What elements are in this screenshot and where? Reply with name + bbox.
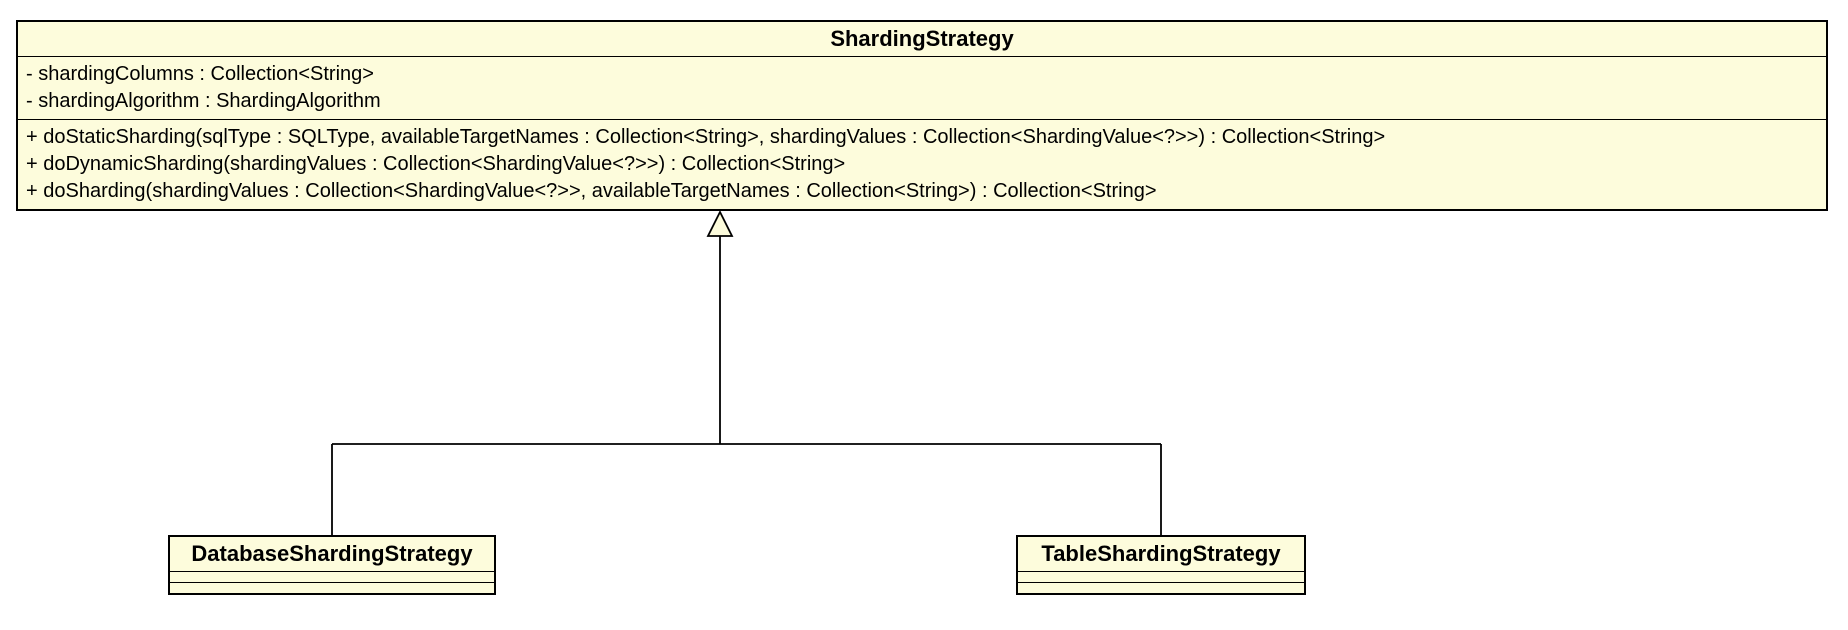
operation-row: + doDynamicSharding(shardingValues : Col… <box>26 151 1818 178</box>
class-title: ShardingStrategy <box>18 22 1826 57</box>
class-attributes-empty <box>170 572 494 583</box>
attribute-row: - shardingColumns : Collection<String> <box>26 61 1818 88</box>
class-title: DatabaseShardingStrategy <box>170 537 494 572</box>
class-operations-empty <box>170 583 494 593</box>
uml-class-shardingstrategy: ShardingStrategy - shardingColumns : Col… <box>16 20 1828 211</box>
class-title: TableShardingStrategy <box>1018 537 1304 572</box>
class-operations: + doStaticSharding(sqlType : SQLType, av… <box>18 120 1826 209</box>
uml-class-databaseshardingstrategy: DatabaseShardingStrategy <box>168 535 496 595</box>
attribute-row: - shardingAlgorithm : ShardingAlgorithm <box>26 88 1818 115</box>
operation-row: + doSharding(shardingValues : Collection… <box>26 178 1818 205</box>
uml-class-tableshardingstrategy: TableShardingStrategy <box>1016 535 1306 595</box>
operation-row: + doStaticSharding(sqlType : SQLType, av… <box>26 124 1818 151</box>
generalization-arrowhead-icon <box>708 212 732 236</box>
class-operations-empty <box>1018 583 1304 593</box>
class-attributes: - shardingColumns : Collection<String> -… <box>18 57 1826 120</box>
class-attributes-empty <box>1018 572 1304 583</box>
